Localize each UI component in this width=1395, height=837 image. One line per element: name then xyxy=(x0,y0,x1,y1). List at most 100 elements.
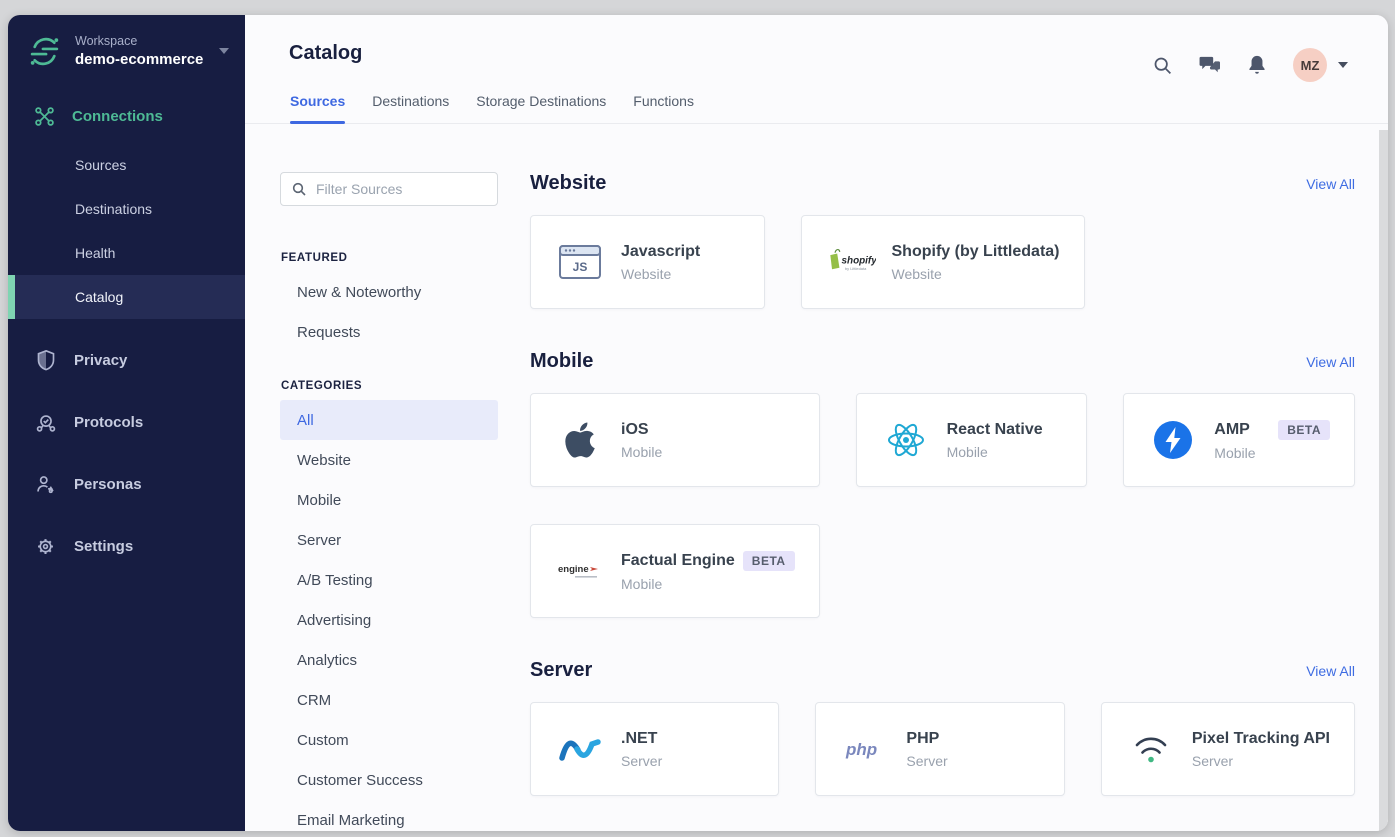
source-card-react-native[interactable]: React Native Mobile xyxy=(855,393,1088,487)
categories-header: CATEGORIES xyxy=(281,380,363,392)
svg-text:php: php xyxy=(845,740,877,759)
chat-icon[interactable] xyxy=(1199,55,1221,75)
user-menu[interactable]: MZ xyxy=(1293,48,1348,82)
pixel-wifi-icon xyxy=(1126,732,1176,766)
svg-text:by Littledata: by Littledata xyxy=(844,266,866,271)
gear-icon xyxy=(34,536,57,557)
app-window: Workspace demo-ecommerce Connections Sou… xyxy=(8,15,1388,831)
sidebar-item-personas[interactable]: Personas xyxy=(8,453,245,515)
card-title: React Native xyxy=(946,420,1043,438)
filter-sources-input[interactable] xyxy=(316,181,487,197)
card-title: iOS xyxy=(621,420,649,438)
card-subtitle: Website xyxy=(621,265,672,282)
scrollbar[interactable] xyxy=(1379,130,1388,831)
sidebar-item-settings[interactable]: Settings xyxy=(8,515,245,577)
tab-storage-destinations[interactable]: Storage Destinations xyxy=(476,93,606,123)
sidebar-item-sources[interactable]: Sources xyxy=(8,143,245,187)
nav-item-label: Protocols xyxy=(74,413,144,431)
workspace-caret-icon[interactable] xyxy=(219,48,229,54)
filter-panel: FEATURED New & Noteworthy Requests CATEG… xyxy=(280,172,498,831)
card-subtitle: Mobile xyxy=(621,443,663,460)
card-subtitle: Server xyxy=(1191,752,1234,769)
section-title-website: Website xyxy=(530,172,607,194)
featured-item-requests[interactable]: Requests xyxy=(280,312,498,352)
card-subtitle: Server xyxy=(621,752,663,769)
search-icon[interactable] xyxy=(1152,55,1173,76)
sidebar-item-privacy[interactable]: Privacy xyxy=(8,329,245,391)
react-icon xyxy=(881,420,931,460)
category-crm[interactable]: CRM xyxy=(280,680,498,720)
tab-sources[interactable]: Sources xyxy=(290,93,346,124)
source-card-dotnet[interactable]: .NET Server xyxy=(530,702,780,796)
nav-item-label: Settings xyxy=(74,537,134,555)
category-ab-testing[interactable]: A/B Testing xyxy=(280,560,498,600)
source-card-javascript[interactable]: JS Javascript Website xyxy=(530,215,765,309)
card-subtitle: Server xyxy=(906,752,948,769)
featured-item-new-noteworthy[interactable]: New & Noteworthy xyxy=(280,272,498,312)
workspace-name: demo-ecommerce xyxy=(75,51,204,68)
category-website[interactable]: Website xyxy=(280,440,498,480)
source-card-shopify[interactable]: shopify by Littledata Shopify (by Little… xyxy=(800,215,1085,309)
sidebar-item-protocols[interactable]: Protocols xyxy=(8,391,245,453)
sidebar-item-health[interactable]: Health xyxy=(8,231,245,275)
card-title: Pixel Tracking API xyxy=(1191,729,1330,747)
featured-header: FEATURED xyxy=(281,252,348,264)
bell-icon[interactable] xyxy=(1247,54,1267,76)
category-server[interactable]: Server xyxy=(280,520,498,560)
sub-item-label: Sources xyxy=(75,157,127,173)
header-actions: MZ xyxy=(1152,48,1348,82)
main-content: Catalog MZ Sources Destinations Storage … xyxy=(245,15,1388,831)
source-card-php[interactable]: php PHP Server xyxy=(815,702,1065,796)
svg-text:engine: engine xyxy=(558,564,589,575)
card-title: AMP xyxy=(1214,420,1250,438)
card-title: Factual Engine xyxy=(621,551,735,569)
amp-bolt-icon xyxy=(1148,420,1198,460)
personas-icon xyxy=(34,474,57,495)
card-subtitle: Website xyxy=(891,265,942,282)
nav-item-label: Personas xyxy=(74,475,142,493)
card-title: Javascript xyxy=(621,242,701,260)
source-card-ios[interactable]: iOS Mobile xyxy=(530,393,820,487)
sidebar-item-catalog[interactable]: Catalog xyxy=(8,275,245,319)
shield-icon xyxy=(34,349,57,371)
sub-item-label: Health xyxy=(75,245,116,261)
avatar[interactable]: MZ xyxy=(1293,48,1327,82)
view-all-server-link[interactable]: View All xyxy=(1306,663,1355,679)
workspace-text: Workspace demo-ecommerce xyxy=(75,34,203,68)
protocols-icon xyxy=(34,411,57,433)
connections-icon xyxy=(34,106,55,127)
workspace-switcher[interactable]: Workspace demo-ecommerce xyxy=(8,15,245,92)
search-icon xyxy=(292,182,306,196)
card-title: Shopify (by Littledata) xyxy=(891,242,1060,260)
apple-icon xyxy=(555,420,605,460)
category-analytics[interactable]: Analytics xyxy=(280,640,498,680)
category-mobile[interactable]: Mobile xyxy=(280,480,498,520)
sidebar: Workspace demo-ecommerce Connections Sou… xyxy=(8,15,245,831)
view-all-website-link[interactable]: View All xyxy=(1306,176,1355,192)
svg-text:shopify: shopify xyxy=(841,256,875,267)
card-title: PHP xyxy=(906,729,940,747)
category-custom[interactable]: Custom xyxy=(280,720,498,760)
chevron-down-icon xyxy=(1338,62,1348,68)
sub-item-label: Catalog xyxy=(75,289,124,305)
beta-badge: BETA xyxy=(1278,419,1330,440)
card-subtitle: Mobile xyxy=(946,443,988,460)
source-card-factual-engine[interactable]: engine Factual Engine BETA Mobile xyxy=(530,524,820,618)
beta-badge: BETA xyxy=(742,550,795,571)
php-icon: php xyxy=(840,735,890,763)
workspace-label: Workspace xyxy=(75,34,138,48)
card-title: .NET xyxy=(621,729,658,747)
category-customer-success[interactable]: Customer Success xyxy=(280,760,498,800)
category-email-marketing[interactable]: Email Marketing xyxy=(280,800,498,831)
sidebar-item-connections[interactable]: Connections xyxy=(8,92,245,143)
source-card-pixel-tracking-api[interactable]: Pixel Tracking API Server xyxy=(1100,702,1355,796)
category-all[interactable]: All xyxy=(280,400,498,440)
tab-destinations[interactable]: Destinations xyxy=(372,93,449,123)
sidebar-item-destinations[interactable]: Destinations xyxy=(8,187,245,231)
category-advertising[interactable]: Advertising xyxy=(280,600,498,640)
shopify-icon: shopify by Littledata xyxy=(826,245,876,279)
view-all-mobile-link[interactable]: View All xyxy=(1306,354,1355,370)
filter-sources-searchbox[interactable] xyxy=(280,172,498,206)
source-card-amp[interactable]: AMP BETA Mobile xyxy=(1123,393,1355,487)
tab-functions[interactable]: Functions xyxy=(633,93,694,123)
